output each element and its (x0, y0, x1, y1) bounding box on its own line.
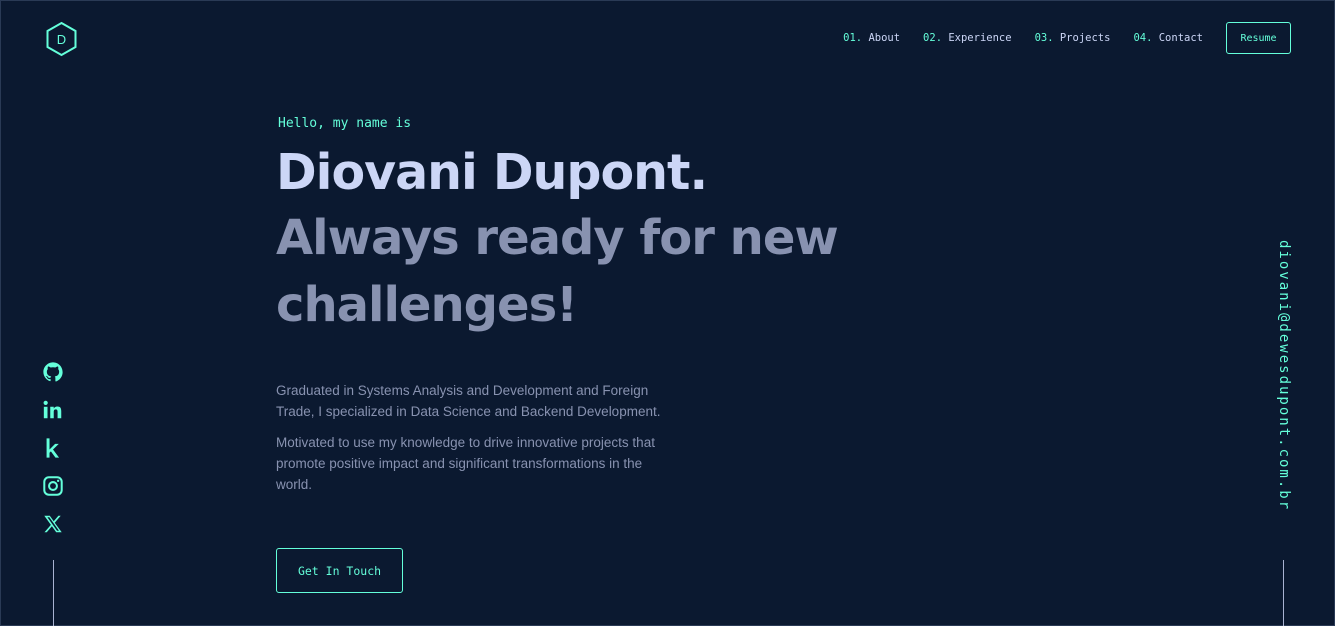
hero-description: Graduated in Systems Analysis and Develo… (276, 380, 676, 495)
email-link[interactable]: diovani@dewesdupont.com.br (1276, 240, 1292, 511)
logo-letter: D (57, 32, 66, 47)
nav-item-label: About (868, 32, 901, 44)
kaggle-icon[interactable] (42, 437, 64, 459)
right-vertical-line (1283, 560, 1284, 626)
linkedin-icon[interactable] (42, 399, 64, 421)
top-nav: 01. About 02. Experience 03. Projects 04… (843, 22, 1291, 54)
nav-item-projects[interactable]: 03. Projects (1035, 32, 1111, 44)
description-paragraph: Motivated to use my knowledge to drive i… (276, 435, 655, 492)
x-icon[interactable] (42, 513, 64, 535)
greeting-text: Hello, my name is (278, 116, 412, 131)
nav-item-number: 03. (1034, 32, 1054, 44)
social-links (42, 361, 64, 551)
nav-item-contact[interactable]: 04. Contact (1133, 32, 1203, 44)
nav-item-number: 04. (1133, 32, 1153, 44)
nav-item-label: Experience (948, 32, 1012, 44)
hexagon-logo-icon: D (46, 21, 77, 57)
nav-item-number: 02. (923, 32, 943, 44)
left-vertical-line (53, 560, 54, 626)
description-paragraph: Graduated in Systems Analysis and Develo… (276, 383, 661, 419)
nav-item-experience[interactable]: 02. Experience (923, 32, 1012, 44)
hero-section: Hello, my name is Diovani Dupont. Always… (276, 116, 876, 339)
github-icon[interactable] (42, 361, 64, 383)
resume-button[interactable]: Resume (1226, 22, 1291, 54)
instagram-icon[interactable] (42, 475, 64, 497)
get-in-touch-button[interactable]: Get In Touch (276, 548, 403, 593)
hero-tagline: Always ready for new challenges! (276, 210, 839, 333)
hero-name: Diovani Dupont. (276, 144, 708, 201)
nav-item-label: Contact (1158, 32, 1203, 44)
nav-item-number: 01. (843, 32, 863, 44)
logo[interactable]: D (45, 21, 78, 57)
nav-item-about[interactable]: 01. About (843, 32, 900, 44)
nav-item-label: Projects (1059, 32, 1111, 44)
